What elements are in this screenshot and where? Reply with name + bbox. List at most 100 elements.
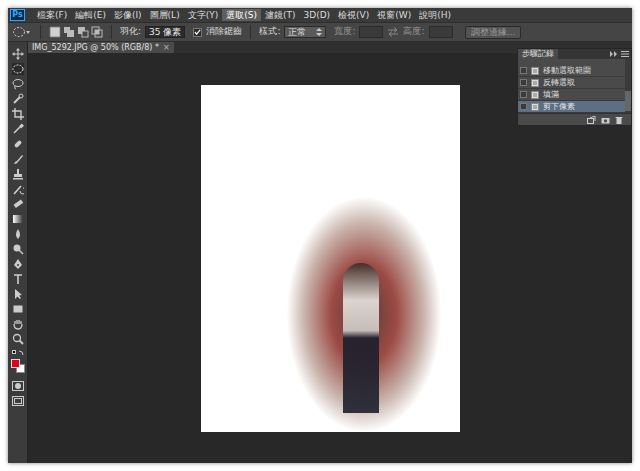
style-dropdown[interactable]: 正常 [284, 26, 326, 38]
antialias-checkbox[interactable] [193, 28, 202, 37]
screen-mode-icon[interactable] [12, 396, 24, 406]
new-selection-icon[interactable] [49, 26, 61, 38]
panel-menu-icon[interactable] [621, 51, 629, 57]
camera-snapshot-icon[interactable] [601, 116, 610, 124]
intersect-selection-icon[interactable] [91, 26, 103, 38]
lasso-tool-icon[interactable] [12, 78, 24, 90]
document-tab[interactable]: IMG_5292.JPG @ 50% (RGB/8) * × [28, 42, 174, 53]
feather-label: 羽化: [120, 25, 141, 39]
swap-icon[interactable] [387, 27, 399, 37]
feather-field[interactable]: 35 像素 [145, 26, 185, 38]
crop-tool-icon[interactable] [12, 108, 24, 120]
rectangle-tool-icon[interactable] [12, 303, 24, 315]
menu-item[interactable]: 視窗(W) [373, 9, 415, 21]
menu-item[interactable]: 編輯(E) [71, 9, 110, 21]
history-item-label: 剪下像素 [543, 102, 575, 112]
history-item[interactable]: 剪下像素 [518, 101, 625, 113]
antialias-label: 消除鋸齒 [206, 25, 242, 39]
menu-item[interactable]: 檔案(F) [33, 9, 71, 21]
ellipse-marquee-tool-icon[interactable] [12, 63, 24, 75]
dodge-tool-icon[interactable] [12, 243, 24, 255]
history-brush-source-box[interactable] [520, 67, 527, 74]
history-item-label: 反轉選取 [543, 78, 575, 88]
gradient-tool-icon[interactable] [12, 213, 24, 225]
history-state-icon[interactable] [531, 67, 539, 75]
menu-item[interactable]: 說明(H) [415, 9, 455, 21]
history-state-icon[interactable] [531, 79, 539, 87]
clone-stamp-tool-icon[interactable] [12, 168, 24, 180]
tool-bar [8, 42, 28, 463]
history-item[interactable]: 填滿 [518, 89, 625, 101]
default-colors-icon[interactable] [12, 350, 24, 356]
app-logo: Ps [10, 9, 25, 21]
quick-mask-icon[interactable] [12, 381, 24, 391]
header-controls [610, 49, 631, 59]
document-canvas[interactable] [201, 85, 460, 432]
type-tool-icon[interactable] [12, 273, 24, 285]
document-title: IMG_5292.JPG @ 50% (RGB/8) * [32, 43, 159, 53]
history-body: 移動選取範圍反轉選取填滿剪下像素 [518, 59, 631, 113]
scrollbar-thumb[interactable] [625, 91, 631, 111]
history-footer [518, 113, 631, 125]
check-icon[interactable] [194, 28, 201, 36]
hand-tool-icon[interactable] [12, 318, 24, 330]
history-item-label: 移動選取範圍 [543, 66, 591, 76]
foreground-color-swatch[interactable] [11, 359, 20, 368]
history-brush-source-box[interactable] [520, 91, 527, 98]
history-state-icon[interactable] [531, 103, 539, 111]
selection-mode-buttons [49, 26, 103, 38]
separator [250, 25, 251, 39]
history-state-icon[interactable] [531, 91, 539, 99]
history-item[interactable]: 反轉選取 [518, 77, 625, 89]
menu-item[interactable]: 3D(D) [299, 9, 334, 21]
subtract-selection-icon[interactable] [77, 26, 89, 38]
scrollbar[interactable] [625, 59, 631, 113]
menu-item[interactable]: 檢視(V) [334, 9, 373, 21]
history-panel-header: 步驟記錄 [518, 49, 631, 59]
history-brush-source-box[interactable] [520, 79, 527, 86]
collapse-panel-icon[interactable] [610, 51, 618, 57]
menu-item[interactable]: 文字(Y) [184, 9, 223, 21]
history-panel-tab[interactable]: 步驟記錄 [518, 49, 558, 59]
color-swatches [10, 359, 26, 374]
pen-tool-icon[interactable] [12, 258, 24, 270]
quick-selection-tool-icon[interactable] [12, 93, 24, 105]
menu-item[interactable]: 選取(S) [222, 9, 261, 21]
photoshop-window: Ps 檔案(F)編輯(E)影像(I)圖層(L)文字(Y)選取(S)濾鏡(T)3D(… [8, 8, 632, 463]
brush-tool-icon[interactable] [12, 153, 24, 165]
separator [40, 25, 41, 39]
menu-item[interactable]: 濾鏡(T) [261, 9, 300, 21]
style-label: 樣式: [259, 25, 280, 39]
width-field[interactable] [359, 26, 383, 38]
refine-edge-button[interactable]: 調整邊緣... [465, 26, 522, 39]
photo-figure [343, 263, 379, 413]
eyedropper-tool-icon[interactable] [12, 123, 24, 135]
style-value: 正常 [288, 27, 306, 37]
width-label: 寬度: [334, 25, 355, 39]
close-tab-button[interactable]: × [163, 43, 170, 53]
separator [111, 25, 112, 39]
history-brush-source-box[interactable] [520, 103, 527, 110]
add-selection-icon[interactable] [63, 26, 75, 38]
new-document-from-state-icon[interactable] [587, 116, 596, 124]
blur-tool-icon[interactable] [12, 228, 24, 240]
eraser-tool-icon[interactable] [12, 198, 24, 210]
dropdown-arrow-icon[interactable] [316, 28, 322, 36]
height-label: 高度: [403, 25, 424, 39]
menu-bar: Ps 檔案(F)編輯(E)影像(I)圖層(L)文字(Y)選取(S)濾鏡(T)3D(… [8, 8, 632, 22]
menu-item[interactable]: 圖層(L) [146, 9, 184, 21]
history-item-label: 填滿 [543, 90, 559, 100]
menu-item[interactable]: 影像(I) [110, 9, 146, 21]
history-list: 移動選取範圍反轉選取填滿剪下像素 [518, 59, 625, 113]
ellipse-marquee-icon[interactable] [12, 25, 32, 39]
options-bar: 羽化: 35 像素 消除鋸齒 樣式: 正常 寬度: 高度: 調整邊緣... [8, 22, 632, 42]
trash-icon[interactable] [615, 116, 623, 124]
path-selection-tool-icon[interactable] [12, 288, 24, 300]
history-item[interactable]: 移動選取範圍 [518, 65, 625, 77]
move-tool-icon[interactable] [12, 48, 24, 60]
healing-brush-tool-icon[interactable] [12, 138, 24, 150]
history-brush-tool-icon[interactable] [12, 183, 24, 195]
history-panel: 步驟記錄移動選取範圍反轉選取填滿剪下像素 [517, 48, 632, 126]
height-field[interactable] [429, 26, 453, 38]
zoom-tool-icon[interactable] [12, 333, 24, 345]
